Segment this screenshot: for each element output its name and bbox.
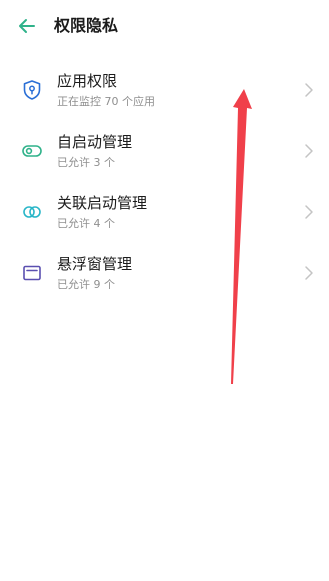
link-loop-icon bbox=[20, 200, 44, 224]
header-bar: 权限隐私 bbox=[0, 0, 329, 52]
toggle-icon bbox=[20, 139, 44, 163]
list-item-subtitle: 正在监控 70 个应用 bbox=[57, 95, 155, 108]
shield-lock-icon bbox=[20, 78, 44, 102]
list-item-autostart[interactable]: 自启动管理 已允许 3 个 bbox=[0, 121, 329, 182]
list-item-label: 关联启动管理 bbox=[57, 194, 148, 212]
chevron-right-icon bbox=[305, 205, 313, 219]
settings-list: 应用权限 正在监控 70 个应用 自启动管理 已允许 3 个 关联启动管理 已允… bbox=[0, 60, 329, 304]
list-item-floating-window[interactable]: 悬浮窗管理 已允许 9 个 bbox=[0, 243, 329, 304]
back-arrow-icon bbox=[19, 19, 35, 33]
chevron-right-icon bbox=[305, 144, 313, 158]
floating-window-icon bbox=[20, 261, 44, 285]
back-button[interactable] bbox=[14, 13, 40, 39]
list-item-app-permissions[interactable]: 应用权限 正在监控 70 个应用 bbox=[0, 60, 329, 121]
list-item-subtitle: 已允许 4 个 bbox=[57, 217, 115, 230]
chevron-right-icon bbox=[305, 266, 313, 280]
page-title: 权限隐私 bbox=[54, 16, 119, 35]
list-item-linked-startup[interactable]: 关联启动管理 已允许 4 个 bbox=[0, 182, 329, 243]
chevron-right-icon bbox=[305, 83, 313, 97]
list-item-subtitle: 已允许 3 个 bbox=[57, 156, 115, 169]
list-item-subtitle: 已允许 9 个 bbox=[57, 278, 115, 291]
list-item-label: 应用权限 bbox=[57, 72, 118, 90]
list-item-label: 悬浮窗管理 bbox=[57, 255, 133, 273]
list-item-label: 自启动管理 bbox=[57, 133, 133, 151]
